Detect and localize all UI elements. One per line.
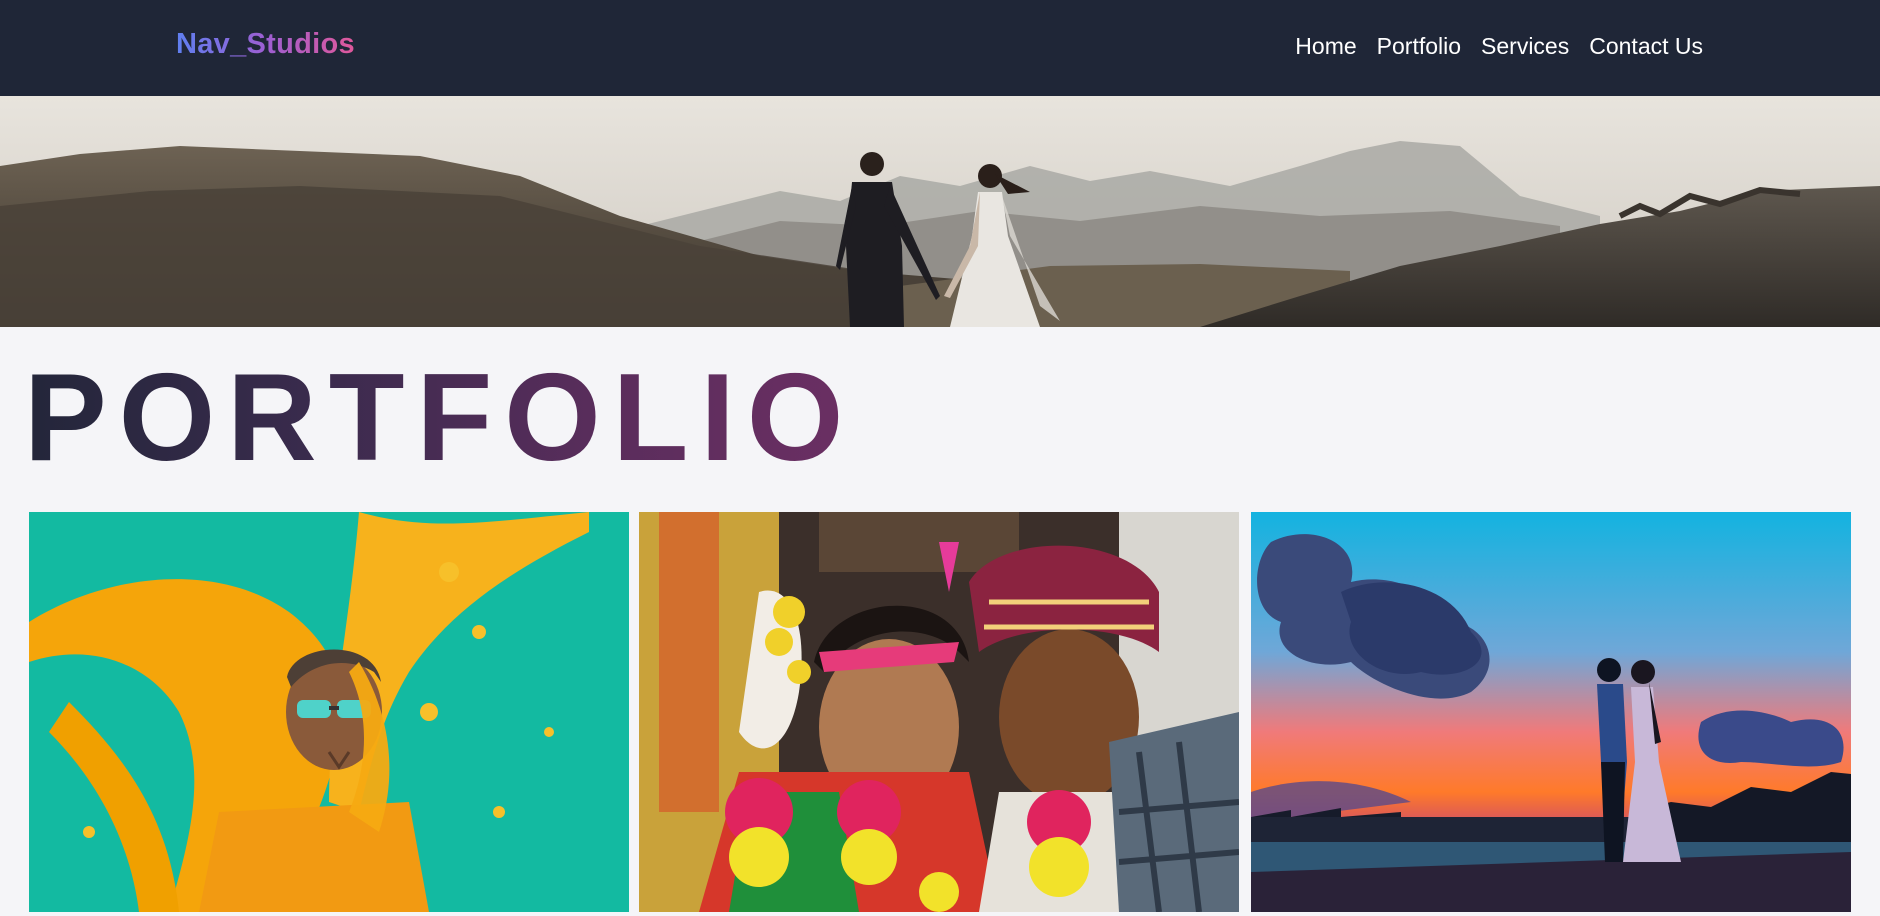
nav-link-home[interactable]: Home [1295, 32, 1356, 60]
page-title: PORTFOLIO [24, 349, 856, 487]
nav-link-portfolio[interactable]: Portfolio [1377, 32, 1461, 60]
gallery-item-3[interactable] [1251, 512, 1851, 912]
gallery-item-1[interactable] [29, 512, 629, 912]
hero-banner [0, 96, 1880, 327]
gallery-item-2[interactable] [639, 512, 1239, 912]
hero-image [0, 96, 1880, 327]
gallery-image-wedding [639, 512, 1239, 912]
brand-logo[interactable]: Nav_Studios [176, 28, 355, 61]
nav-menu: Home Portfolio Services Contact Us [1295, 32, 1703, 60]
gallery-image-sunset [1251, 512, 1851, 912]
gallery-image-haldi [29, 512, 629, 912]
nav-link-contact-us[interactable]: Contact Us [1589, 32, 1703, 60]
navbar: Nav_Studios Home Portfolio Services Cont… [0, 0, 1880, 96]
nav-link-services[interactable]: Services [1481, 32, 1569, 60]
